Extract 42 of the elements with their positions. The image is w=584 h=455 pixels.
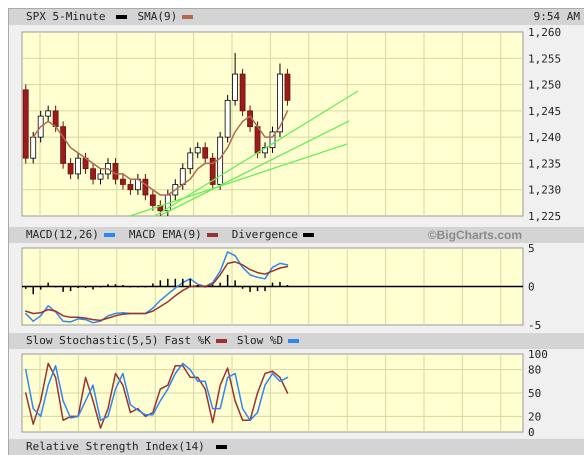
legend-label: MACD(12,26) — [26, 226, 99, 243]
credit-text: ©BigCharts.com — [428, 227, 522, 244]
legend-label: Slow Stochastic(5,5) — [26, 332, 158, 349]
axis-label: 50 — [528, 387, 542, 400]
axis-label: 100 — [528, 348, 548, 361]
axis-label: 1,260 — [528, 26, 562, 39]
axis-label: 1,245 — [528, 104, 562, 118]
legend-label: Divergence — [232, 226, 298, 243]
legend-label: SPX 5-Minute — [26, 9, 106, 25]
candlestick — [75, 152, 81, 180]
axis-label: 20 — [528, 410, 542, 424]
legend-label: MACD EMA(9) — [128, 226, 202, 243]
axis-label: 1,250 — [528, 78, 562, 92]
axis-label: 0 — [528, 426, 535, 439]
candlestick — [254, 120, 260, 159]
legend-swatch — [216, 445, 227, 449]
candlestick — [262, 142, 268, 159]
axis-label: 1,255 — [528, 52, 562, 66]
candlestick — [247, 105, 253, 132]
axis-label: 1,240 — [528, 131, 562, 144]
legend-label: Fast %K — [164, 332, 211, 349]
legend-swatch — [116, 15, 128, 19]
axis-label: 5 — [528, 242, 535, 255]
candlestick — [128, 178, 134, 196]
candlestick — [105, 158, 111, 180]
axis-label: 80 — [528, 364, 542, 377]
legend-label: SMA(9) — [137, 9, 178, 25]
candlestick — [284, 68, 290, 106]
candlestick — [98, 168, 104, 185]
candlestick — [120, 173, 126, 190]
axis-label: 0 — [528, 280, 535, 294]
legend-label: Relative Strength Index(14) — [26, 438, 205, 455]
legend-label: Slow %D — [236, 332, 284, 349]
candlestick — [270, 126, 276, 154]
axis-label: 1,230 — [528, 184, 562, 197]
axis-label: -5 — [528, 319, 542, 332]
candlestick — [112, 158, 118, 185]
axis-label: 1,225 — [528, 210, 562, 223]
time-label: 9:54 AM — [534, 9, 580, 25]
candlestick — [82, 152, 88, 174]
axis-label: 1,235 — [528, 157, 562, 170]
candlestick — [90, 162, 96, 185]
